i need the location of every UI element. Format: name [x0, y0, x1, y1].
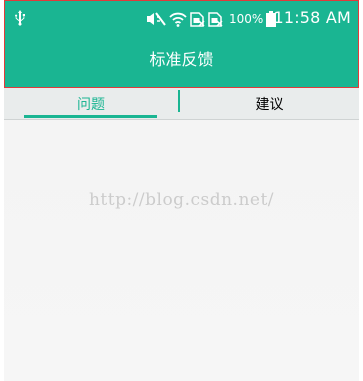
- tab-selected-indicator: [24, 115, 157, 118]
- mute-icon: [147, 12, 166, 26]
- watermark: http://blog.csdn.net/: [88, 190, 275, 210]
- wifi-icon: [169, 12, 187, 27]
- status-bar: 100% 11:58 AM: [4, 0, 359, 36]
- app-bar: 100% 11:58 AM 标准反馈: [4, 0, 359, 88]
- battery-percent: 100%: [229, 12, 264, 26]
- page-title: 标准反馈: [149, 50, 214, 69]
- tab-issues-label: 问题: [77, 96, 105, 113]
- sim-1-no-service-icon: [190, 11, 205, 27]
- status-time: 11:58 AM: [273, 8, 351, 27]
- usb-icon: [15, 10, 25, 26]
- sim-2-no-service-icon: [208, 11, 223, 27]
- tab-bar: 问题 建议: [4, 88, 359, 120]
- tab-suggestions[interactable]: 建议: [180, 88, 359, 119]
- tab-suggestions-label: 建议: [255, 96, 284, 113]
- status-icons: 100%: [146, 10, 277, 28]
